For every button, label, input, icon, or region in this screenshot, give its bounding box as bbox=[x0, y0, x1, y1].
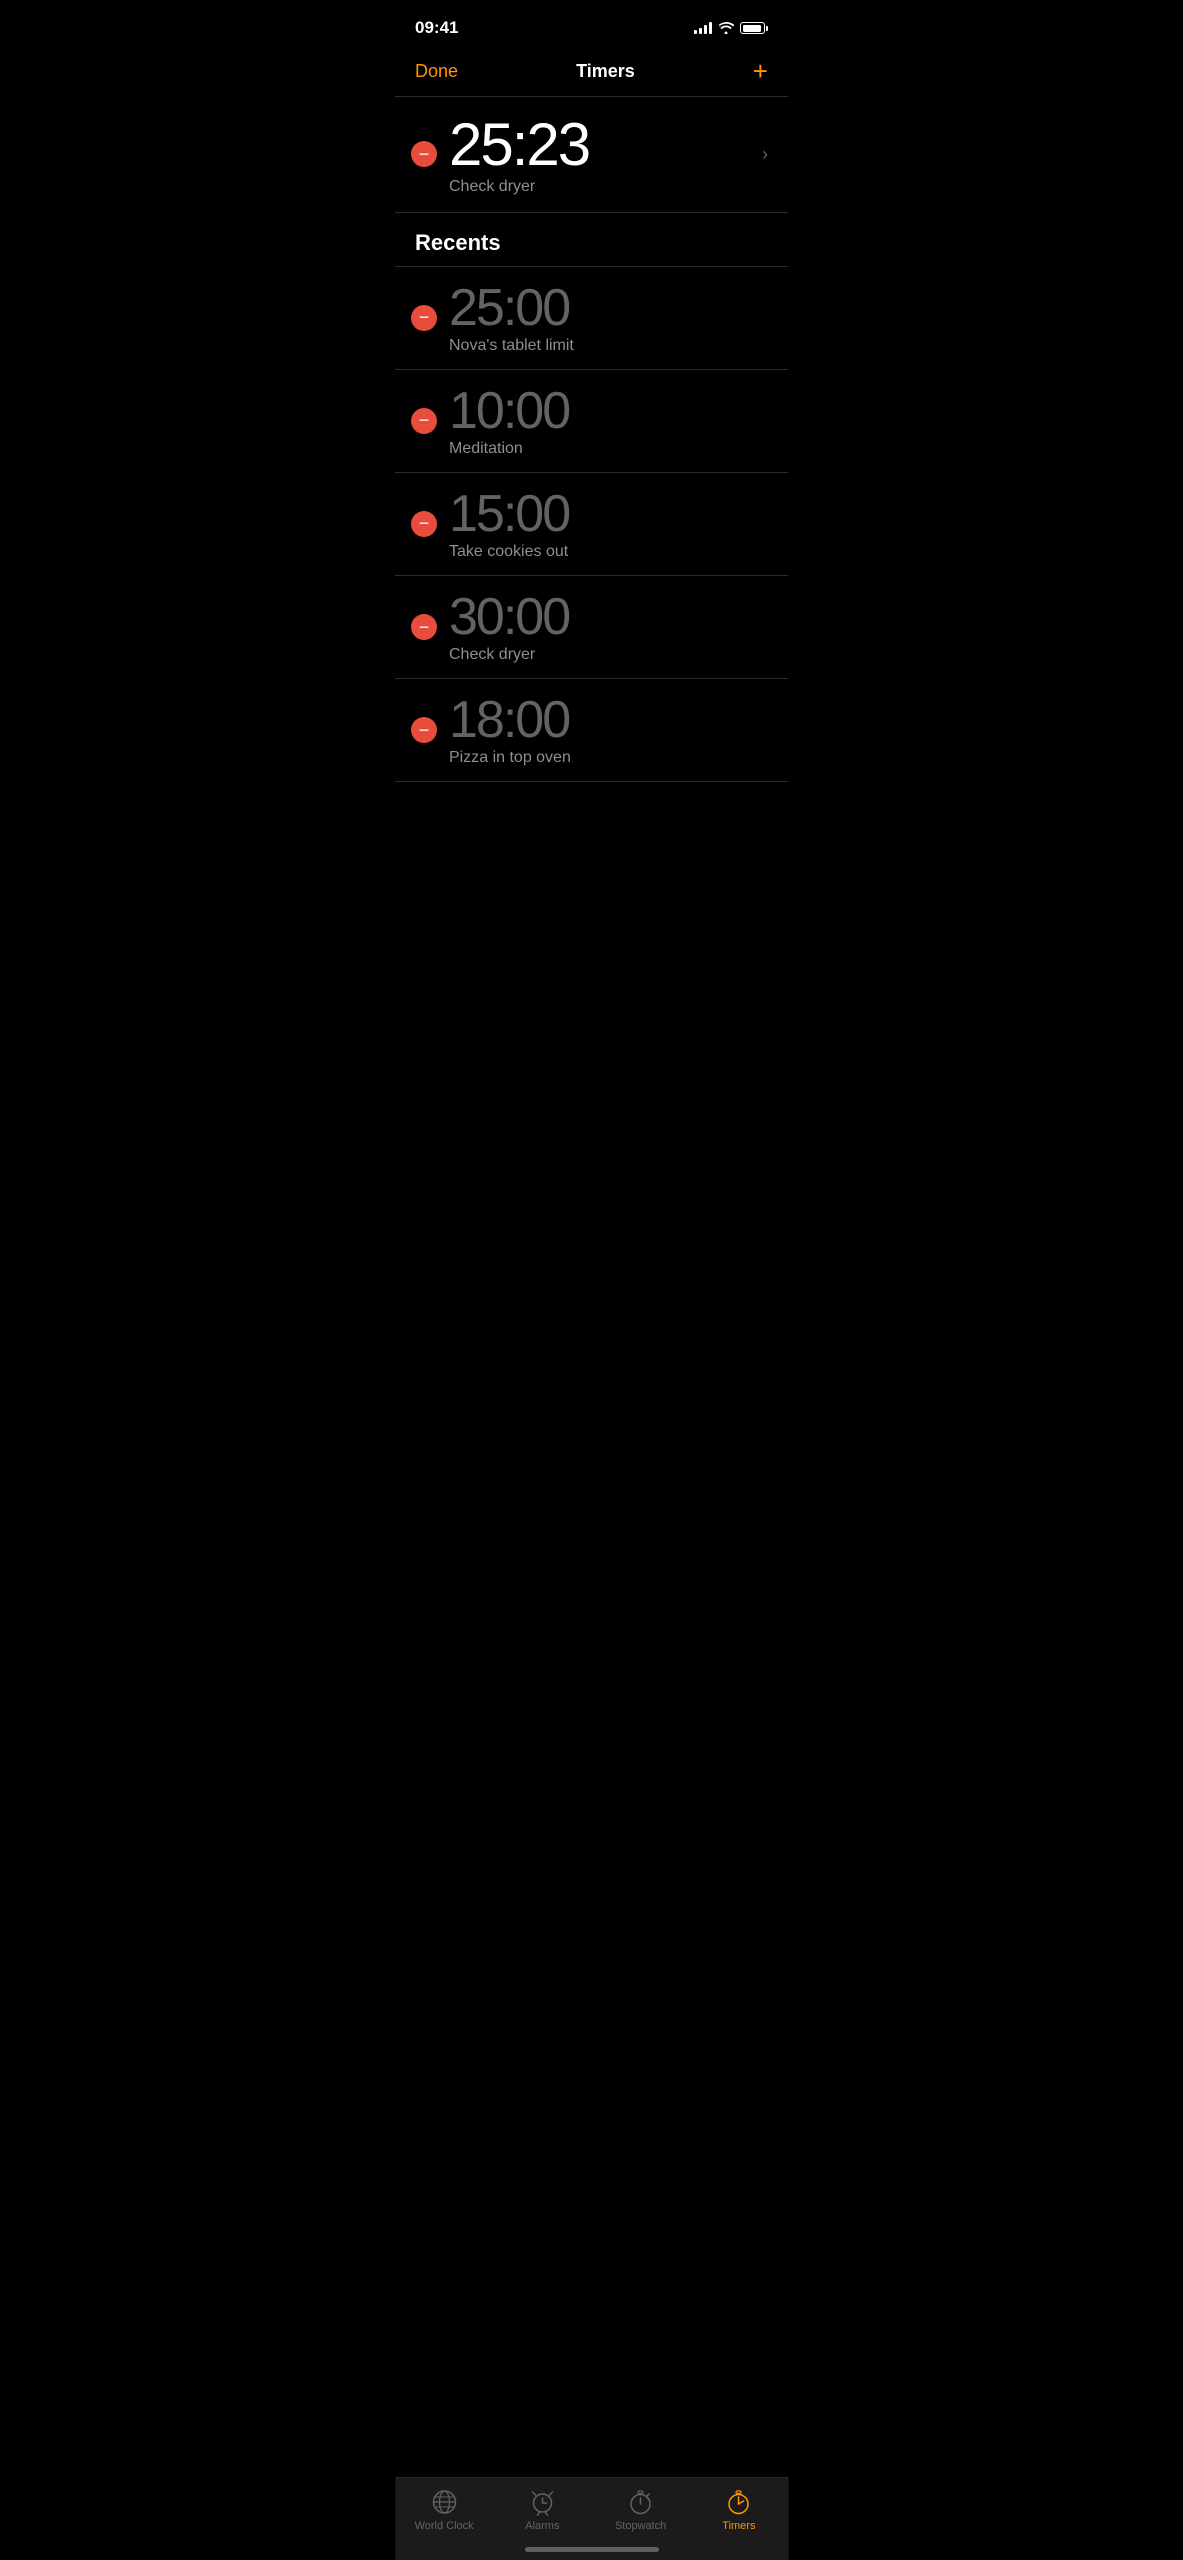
delete-recent-1-button[interactable] bbox=[411, 305, 437, 331]
recent-timer-row: 10:00 Meditation bbox=[395, 370, 788, 473]
status-icons bbox=[694, 22, 768, 34]
tab-world-clock[interactable]: World Clock bbox=[409, 2488, 479, 2532]
recent-timer-2-label: Meditation bbox=[449, 440, 768, 458]
delete-active-timer-button[interactable] bbox=[411, 141, 437, 167]
active-timer-row: 25:23 Check dryer › bbox=[395, 97, 788, 212]
status-bar: 09:41 bbox=[395, 0, 788, 50]
recent-timer-1-info: 25:00 Nova's tablet limit bbox=[449, 281, 768, 356]
recent-timer-4-time: 30:00 bbox=[449, 590, 768, 645]
stopwatch-icon bbox=[627, 2488, 655, 2516]
delete-recent-4-button[interactable] bbox=[411, 614, 437, 640]
tab-timers[interactable]: Timers bbox=[704, 2488, 774, 2532]
world-clock-label: World Clock bbox=[415, 2520, 474, 2532]
chevron-right-icon[interactable]: › bbox=[762, 144, 768, 165]
recent-timer-row: 18:00 Pizza in top oven bbox=[395, 679, 788, 782]
alarms-label: Alarms bbox=[525, 2520, 559, 2532]
battery-icon bbox=[740, 22, 768, 34]
tab-stopwatch[interactable]: Stopwatch bbox=[606, 2488, 676, 2532]
active-timer-label: Check dryer bbox=[449, 178, 754, 196]
recent-timer-row: 15:00 Take cookies out bbox=[395, 473, 788, 576]
recent-timer-4-label: Check dryer bbox=[449, 646, 768, 664]
wifi-icon bbox=[718, 22, 734, 34]
recent-timer-3-time: 15:00 bbox=[449, 487, 768, 542]
signal-icon bbox=[694, 22, 712, 34]
delete-recent-2-button[interactable] bbox=[411, 408, 437, 434]
nav-bar: Done Timers + bbox=[395, 50, 788, 96]
done-button[interactable]: Done bbox=[415, 61, 458, 82]
add-button[interactable]: + bbox=[753, 58, 768, 84]
active-timer-time: 25:23 bbox=[449, 113, 754, 176]
recent-timer-1-label: Nova's tablet limit bbox=[449, 337, 768, 355]
recent-timer-4-info: 30:00 Check dryer bbox=[449, 590, 768, 665]
stopwatch-label: Stopwatch bbox=[615, 2520, 666, 2532]
recent-timer-5-time: 18:00 bbox=[449, 693, 768, 748]
recent-timer-row: 30:00 Check dryer bbox=[395, 576, 788, 679]
recent-timer-3-label: Take cookies out bbox=[449, 543, 768, 561]
divider-5 bbox=[395, 781, 788, 782]
recent-timer-3-info: 15:00 Take cookies out bbox=[449, 487, 768, 562]
timer-active-icon bbox=[725, 2488, 753, 2516]
recent-timer-2-info: 10:00 Meditation bbox=[449, 384, 768, 459]
recent-timer-5-info: 18:00 Pizza in top oven bbox=[449, 693, 768, 768]
alarm-icon bbox=[528, 2488, 556, 2516]
timers-label: Timers bbox=[722, 2520, 755, 2532]
recent-timer-2-time: 10:00 bbox=[449, 384, 768, 439]
active-timer-info: 25:23 Check dryer bbox=[449, 113, 754, 196]
tab-alarms[interactable]: Alarms bbox=[507, 2488, 577, 2532]
page-title: Timers bbox=[576, 61, 635, 82]
recent-timer-1-time: 25:00 bbox=[449, 281, 768, 336]
recents-header: Recents bbox=[395, 212, 788, 266]
recent-timer-5-label: Pizza in top oven bbox=[449, 749, 768, 767]
home-indicator bbox=[525, 2547, 659, 2552]
delete-recent-3-button[interactable] bbox=[411, 511, 437, 537]
world-clock-icon bbox=[430, 2488, 458, 2516]
delete-recent-5-button[interactable] bbox=[411, 717, 437, 743]
recent-timer-row: 25:00 Nova's tablet limit bbox=[395, 267, 788, 370]
status-time: 09:41 bbox=[415, 18, 458, 38]
content-scroll: 25:23 Check dryer › Recents 25:00 Nova's… bbox=[395, 97, 788, 882]
